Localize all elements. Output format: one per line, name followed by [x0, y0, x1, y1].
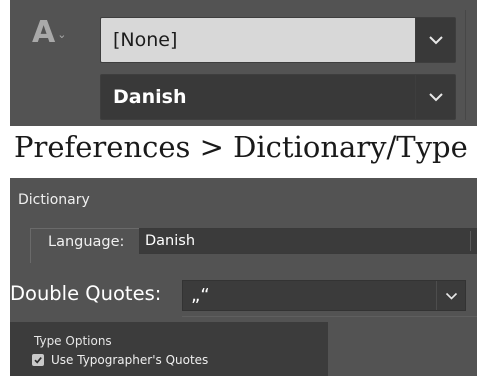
use-typographers-quotes-label: Use Typographer's Quotes: [51, 353, 209, 367]
character-style-dropdown-button[interactable]: [415, 18, 455, 62]
double-quotes-value: „“: [191, 285, 210, 306]
character-formatting-icon[interactable]: A ⌄: [32, 18, 66, 48]
type-options-panel: Type Options Use Typographer's Quotes: [10, 322, 328, 376]
panel-divider: [465, 10, 466, 120]
language-select[interactable]: Danish: [139, 228, 477, 254]
chevron-down-icon: [428, 36, 443, 45]
use-typographers-quotes-option[interactable]: Use Typographer's Quotes: [32, 353, 208, 367]
checkmark-icon: [34, 357, 42, 364]
type-options-title: Type Options: [34, 334, 112, 348]
character-style-dropdown[interactable]: [None]: [100, 17, 456, 63]
character-style-value: [None]: [113, 29, 178, 51]
character-icon-letter: A: [32, 15, 56, 50]
section-title: Dictionary: [18, 192, 90, 208]
language-select-value: Danish: [145, 233, 196, 249]
chevron-down-icon: ⌄: [57, 28, 67, 41]
language-select-button[interactable]: [470, 231, 477, 251]
language-dropdown[interactable]: Danish: [100, 74, 456, 120]
language-dropdown-button[interactable]: [415, 75, 455, 119]
divider: [182, 316, 477, 317]
page-title: Preferences > Dictionary/Type: [14, 130, 468, 164]
character-control-panel: A ⌄ [None] Danish: [10, 0, 477, 126]
chevron-down-icon: [428, 93, 443, 102]
double-quotes-label: Double Quotes:: [10, 282, 162, 305]
language-value: Danish: [113, 86, 187, 108]
double-quotes-dropdown-button[interactable]: [436, 281, 465, 310]
dictionary-preferences-panel: Dictionary Language: Danish Double Quote…: [10, 178, 477, 376]
use-typographers-quotes-checkbox[interactable]: [32, 354, 44, 366]
double-quotes-select[interactable]: „“: [182, 280, 466, 311]
language-label: Language:: [48, 234, 125, 250]
chevron-down-icon: [445, 292, 457, 300]
